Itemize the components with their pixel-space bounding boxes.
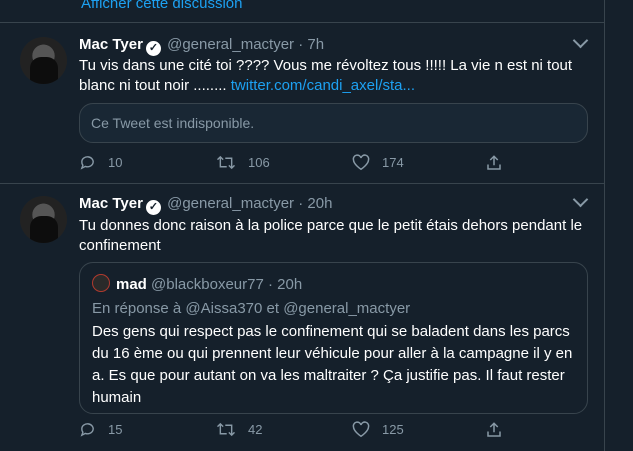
author-handle[interactable]: @general_mactyer <box>167 36 294 53</box>
mention-link: @general_mactyer <box>283 300 411 317</box>
dot-separator: · <box>298 36 304 53</box>
retweet-count: 106 <box>248 155 270 170</box>
like-count: 125 <box>382 422 404 437</box>
verified-icon: ✓ <box>145 200 161 215</box>
verified-icon: ✓ <box>145 41 161 56</box>
reply-button[interactable]: 15 <box>79 421 122 438</box>
heart-icon <box>352 421 370 438</box>
tweet-text: Tu donnes donc raison à la police parce … <box>79 217 583 254</box>
share-icon <box>487 155 501 170</box>
share-icon <box>487 422 501 437</box>
heart-icon <box>352 154 370 171</box>
chevron-down-icon[interactable] <box>572 191 589 208</box>
retweet-icon <box>216 422 236 437</box>
quote-avatar <box>92 274 110 292</box>
quote-author-handle: @blackboxeur77 <box>151 276 264 293</box>
timestamp[interactable]: 20h <box>307 195 332 212</box>
reply-prefix: En réponse à <box>92 300 182 317</box>
retweet-count: 42 <box>248 422 263 437</box>
reply-button[interactable]: 10 <box>79 154 122 171</box>
reply-count: 15 <box>108 422 123 437</box>
quote-text: Des gens qui respect pas le confinement … <box>92 323 573 406</box>
avatar[interactable] <box>20 196 67 243</box>
dot-separator: · <box>298 195 304 212</box>
quoted-tweet[interactable]: mad @blackboxeur77 · 20h En réponse à @A… <box>79 262 588 414</box>
reply-context: En réponse à @Aissa370 et @general_macty… <box>92 300 410 317</box>
share-button[interactable] <box>485 154 515 172</box>
tweet[interactable]: Mac Tyer ✓ @general_mactyer · 20h Tu donn… <box>0 184 604 451</box>
retweet-button[interactable]: 42 <box>216 421 262 438</box>
tweet-actions: 15 42 125 <box>79 421 509 441</box>
quote-timestamp: 20h <box>277 276 303 293</box>
share-button[interactable] <box>485 421 515 439</box>
unavailable-tweet-card: Ce Tweet est indisponible. <box>79 103 588 143</box>
dot-separator: · <box>267 276 273 293</box>
reply-conjunction: et <box>266 300 280 317</box>
tweet-link[interactable]: twitter.com/candi_axel/sta... <box>231 77 415 94</box>
quote-header: mad @blackboxeur77 · 20h <box>92 274 302 293</box>
like-button[interactable]: 125 <box>352 421 404 438</box>
mention-link: @Aissa370 <box>185 300 263 317</box>
tweet-actions: 10 106 174 <box>79 154 509 174</box>
show-thread-link[interactable]: Afficher cette discussion <box>81 0 242 12</box>
quote-author-name: mad <box>116 276 147 293</box>
reply-count: 10 <box>108 155 123 170</box>
timeline: Afficher cette discussion Mac Tyer ✓ @gen… <box>0 0 605 451</box>
reply-icon <box>80 156 94 170</box>
author-name[interactable]: Mac Tyer <box>79 36 143 53</box>
author-name[interactable]: Mac Tyer <box>79 195 143 212</box>
like-button[interactable]: 174 <box>352 154 404 171</box>
tweet[interactable]: Mac Tyer ✓ @general_mactyer · 7h Tu vis d… <box>0 23 604 183</box>
author-handle[interactable]: @general_mactyer <box>167 195 294 212</box>
retweet-button[interactable]: 106 <box>216 154 270 171</box>
tweet-header: Mac Tyer ✓ @general_mactyer · 7h <box>79 36 324 56</box>
timestamp[interactable]: 7h <box>307 36 324 53</box>
chevron-down-icon[interactable] <box>572 32 589 49</box>
tweet-text: Tu vis dans une cité toi ???? Vous me ré… <box>79 56 589 96</box>
reply-icon <box>80 423 94 437</box>
like-count: 174 <box>382 155 404 170</box>
avatar[interactable] <box>20 37 67 84</box>
retweet-icon <box>216 155 236 170</box>
tweet-header: Mac Tyer ✓ @general_mactyer · 20h <box>79 195 332 215</box>
